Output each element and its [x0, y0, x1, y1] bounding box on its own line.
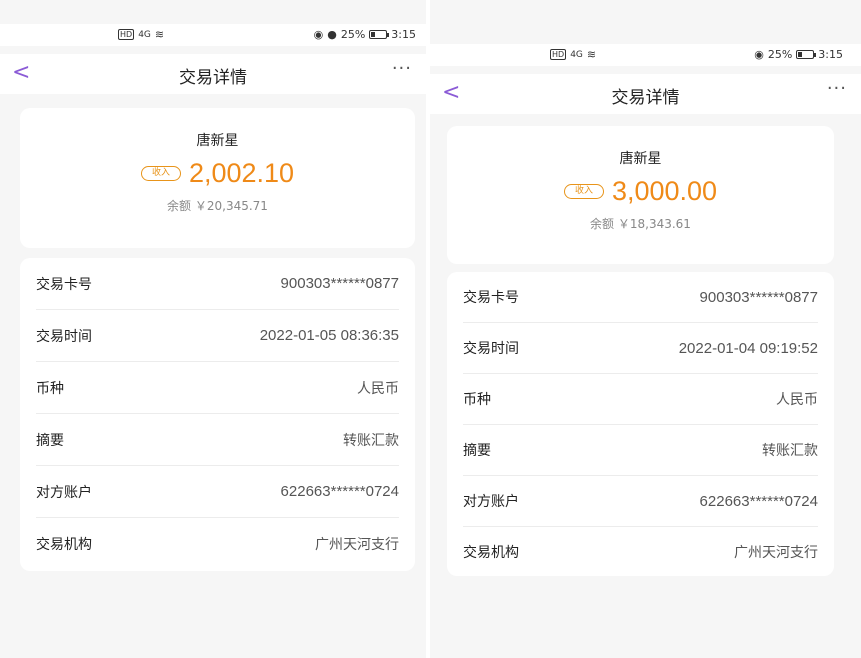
detail-value: 622663******0724 [280, 483, 399, 500]
detail-label: 交易时间 [463, 341, 519, 357]
detail-value: 转账汇款 [762, 443, 818, 459]
location-icon: ● [327, 28, 337, 41]
detail-value: 广州天河支行 [734, 544, 818, 561]
transaction-amount: 3,000.00 [611, 176, 718, 206]
payer-name: 唐新星 [619, 151, 662, 167]
detail-label: 对方账户 [463, 494, 519, 510]
detail-row-branch: 交易机构 广州天河支行 [36, 518, 399, 570]
wifi-icon: ≋ [586, 48, 597, 61]
detail-label: 币种 [36, 380, 64, 397]
detail-value: 900303******0877 [699, 288, 818, 306]
transaction-details-list: 交易卡号 900303******0877 交易时间 2022-01-04 09:1… [447, 272, 834, 576]
income-badge: 收入 [140, 166, 181, 181]
wifi-icon: ≋ [154, 28, 165, 41]
page-title: 交易详情 [179, 68, 247, 88]
more-icon[interactable]: ··· [392, 58, 412, 79]
transaction-summary-card: 唐新星 收入 2,002.10 余额 ￥20,345.71 [20, 108, 415, 248]
transaction-details-list: 交易卡号 900303******0877 交易时间 2022-01-05 08:3… [20, 258, 415, 571]
detail-row-summary: 摘要 转账汇款 [36, 414, 399, 466]
detail-label: 摘要 [463, 443, 491, 459]
balance-text: 余额 ￥18,343.61 [590, 217, 691, 231]
transaction-amount: 2,002.10 [188, 158, 295, 188]
detail-value: 人民币 [357, 380, 399, 397]
detail-label: 摘要 [36, 432, 64, 449]
detail-row-summary: 摘要 转账汇款 [463, 425, 818, 476]
battery-percent: 25% [340, 28, 366, 41]
page-title: 交易详情 [611, 88, 680, 108]
hd-icon: HD [118, 29, 135, 40]
nav-bar: < 交易详情 ··· [0, 54, 426, 94]
income-badge: 收入 [563, 184, 604, 199]
battery-icon [369, 30, 390, 39]
eye-icon: ◉ [313, 28, 324, 41]
detail-label: 交易卡号 [463, 290, 519, 306]
more-icon[interactable]: ··· [827, 78, 847, 99]
status-bar: HD 4G ≋ ◉ ● 25% 3:15 [0, 24, 426, 46]
detail-label: 交易机构 [463, 544, 519, 561]
battery-percent: 25% [767, 48, 793, 61]
detail-value: 人民币 [776, 392, 818, 408]
eye-icon: ◉ [754, 48, 764, 61]
right-phone-screen: HD 4G ≋ ◉ 25% 3:15 < 交易详情 ··· 唐新星 收入 3,0… [430, 0, 861, 658]
detail-row-card-number: 交易卡号 900303******0877 [463, 272, 818, 323]
hd-icon: HD [550, 49, 567, 60]
detail-row-card-number: 交易卡号 900303******0877 [36, 258, 399, 310]
detail-value: 2022-01-05 08:36:35 [259, 327, 399, 344]
clock-time: 3:15 [818, 48, 843, 61]
left-phone-screen: HD 4G ≋ ◉ ● 25% 3:15 < 交易详情 ··· 唐新星 收入 2… [0, 0, 426, 658]
detail-value: 转账汇款 [343, 432, 399, 449]
detail-row-time: 交易时间 2022-01-05 08:36:35 [36, 310, 399, 362]
detail-row-counterparty: 对方账户 622663******0724 [36, 466, 399, 518]
detail-value: 900303******0877 [280, 275, 399, 292]
detail-value: 2022-01-04 09:19:52 [678, 339, 818, 357]
detail-row-time: 交易时间 2022-01-04 09:19:52 [463, 323, 818, 374]
detail-label: 交易卡号 [36, 276, 92, 293]
detail-label: 交易机构 [36, 537, 92, 553]
detail-row-branch: 交易机构 广州天河支行 [463, 527, 818, 576]
detail-row-currency: 币种 人民币 [36, 362, 399, 414]
detail-label: 交易时间 [36, 328, 92, 345]
signal-icon: 4G [138, 29, 151, 40]
detail-row-currency: 币种 人民币 [463, 374, 818, 425]
detail-value: 622663******0724 [699, 492, 818, 510]
detail-label: 币种 [463, 392, 491, 408]
clock-time: 3:15 [391, 28, 416, 41]
nav-bar: < 交易详情 ··· [430, 74, 861, 114]
payer-name: 唐新星 [196, 133, 239, 149]
status-bar: HD 4G ≋ ◉ 25% 3:15 [430, 44, 861, 66]
detail-row-counterparty: 对方账户 622663******0724 [463, 476, 818, 527]
balance-text: 余额 ￥20,345.71 [167, 199, 268, 213]
transaction-summary-card: 唐新星 收入 3,000.00 余额 ￥18,343.61 [447, 126, 834, 264]
signal-icon: 4G [570, 49, 583, 60]
battery-icon [796, 50, 817, 59]
detail-value: 广州天河支行 [315, 537, 399, 553]
detail-label: 对方账户 [36, 484, 92, 501]
